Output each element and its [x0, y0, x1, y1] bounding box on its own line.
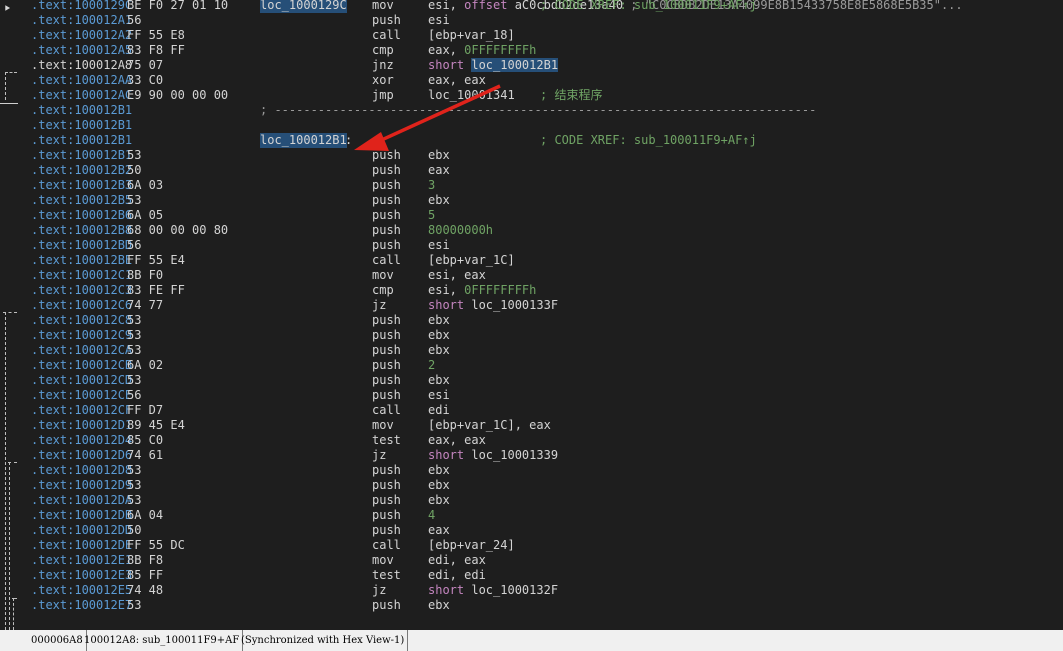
status-location: 100012A8: sub_100011F9+AF: [81, 630, 244, 651]
disassembly-view[interactable]: ⯈ .text:1000129C BE F0 27 01 10 loc_100012…: [0, 0, 1063, 630]
annotation-arrow-shaft: [374, 84, 501, 145]
status-bar: 000006A8 100012A8: sub_100011F9+AF (Sync…: [0, 630, 1063, 651]
annotation-arrow: [354, 84, 501, 151]
status-sync: (Synchronized with Hex View-1): [238, 630, 409, 651]
status-file-offset: 000006A8: [28, 630, 87, 651]
annotation-arrow-head: [354, 132, 389, 151]
